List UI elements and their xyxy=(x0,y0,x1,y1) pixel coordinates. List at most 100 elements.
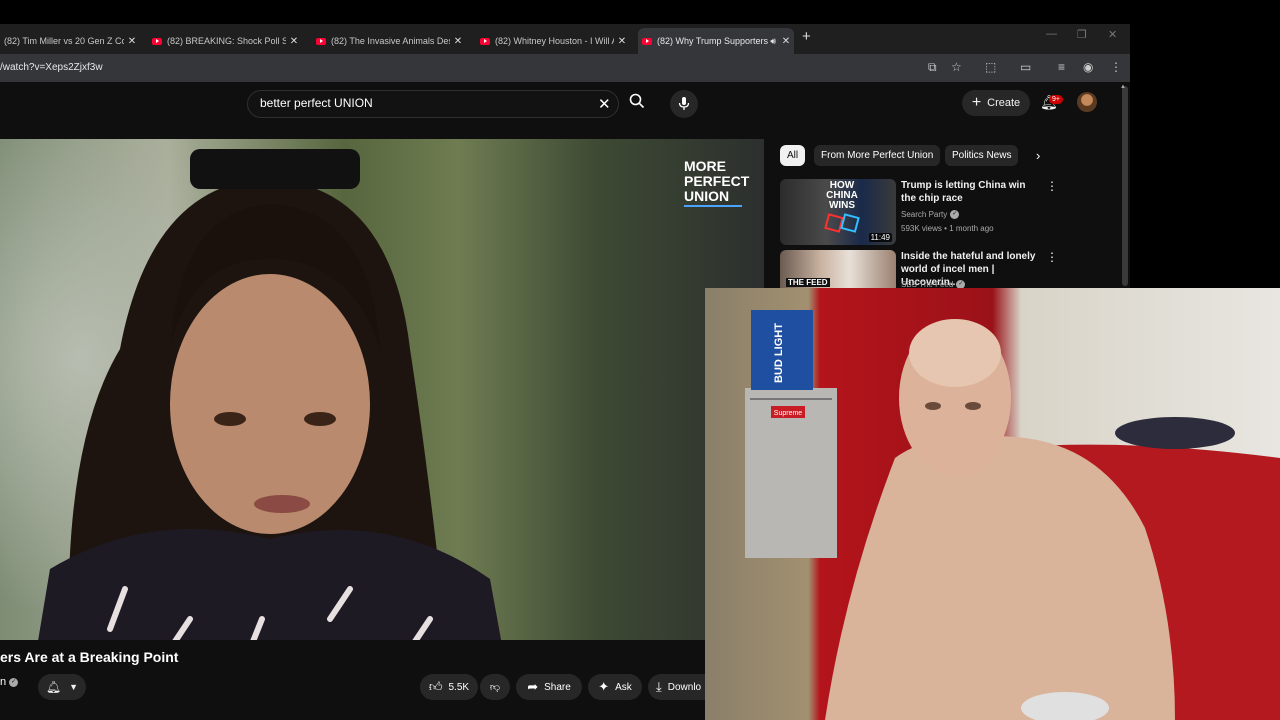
chip-politics-news[interactable]: Politics News xyxy=(945,145,1019,166)
verified-icon: ✓ xyxy=(950,210,960,220)
sticker-text: Supreme xyxy=(774,410,803,417)
tab-title: (82) Why Trump Supporters xyxy=(657,36,769,46)
youtube-favicon-icon xyxy=(152,37,162,45)
thumbnail[interactable]: THE FEED xyxy=(780,250,896,288)
ask-button[interactable]: ✦ Ask xyxy=(588,674,642,700)
rec-meta: 593K views • 1 month ago xyxy=(901,224,994,233)
avatar[interactable] xyxy=(1077,92,1097,112)
close-tab-icon[interactable]: ✕ xyxy=(614,36,630,47)
tab-title: (82) The Invasive Animals Destr xyxy=(331,36,450,46)
bell-icon: 🔔︎ xyxy=(45,680,62,694)
rec-channel[interactable]: Search Party ✓ xyxy=(901,210,960,220)
recommendation-item[interactable]: HOW CHINA WINS 11:49 Trump is letting Ch… xyxy=(780,179,1120,245)
thumbnail[interactable]: HOW CHINA WINS 11:49 xyxy=(780,179,896,245)
download-icon: ⤓ xyxy=(656,679,662,694)
ask-label: Ask xyxy=(615,681,632,693)
watermark-line: PERFECT xyxy=(684,173,750,189)
thumbnail-text: THE FEED xyxy=(786,278,830,287)
video-title: ers Are at a Breaking Point xyxy=(0,649,179,665)
rec-channel-name: Search Party xyxy=(901,210,948,219)
profile-icon[interactable]: ◉ xyxy=(1083,60,1093,74)
address-bar: /watch?v=Xeps2Zjxf3w ⧉ ☆ ⬚ ▭ ≡ ◉ ⋮ xyxy=(0,54,1130,82)
search-icon[interactable] xyxy=(620,90,654,118)
sparkle-icon: ✦ xyxy=(598,679,610,694)
webcam-scene: Supreme BUD LIGHT xyxy=(745,310,1280,720)
like-count: 5.5K xyxy=(448,681,470,693)
video-player[interactable] xyxy=(0,139,764,640)
bookmark-star-icon[interactable]: ☆ xyxy=(951,60,962,74)
rec-title[interactable]: Trump is letting China win the chip race xyxy=(901,179,1041,205)
youtube-favicon-icon xyxy=(316,37,326,45)
new-tab-icon[interactable]: + xyxy=(802,28,811,45)
chevron-down-icon: ▼ xyxy=(69,682,79,692)
like-button[interactable]: 👍︎ 5.5K xyxy=(420,674,478,700)
microphone-icon[interactable] xyxy=(670,90,698,118)
scroll-up-icon[interactable]: ▲ xyxy=(1120,84,1126,90)
recommendation-item[interactable]: THE FEED Inside the hateful and lonely w… xyxy=(780,250,1120,288)
close-tab-icon[interactable]: ✕ xyxy=(124,36,140,47)
tab-3[interactable]: (82) The Invasive Animals Destr ✕ xyxy=(312,28,466,54)
thumbnail-text: HOW CHINA WINS xyxy=(826,180,858,211)
verified-icon: ✓ xyxy=(9,677,19,687)
tab-title: (82) Tim Miller vs 20 Gen Z Con xyxy=(4,36,124,46)
clear-search-icon[interactable]: ✕ xyxy=(598,95,611,113)
minimize-icon[interactable]: — xyxy=(1046,28,1057,40)
url-field[interactable]: /watch?v=Xeps2Zjxf3w xyxy=(0,62,103,73)
close-tab-icon[interactable]: ✕ xyxy=(778,36,794,47)
notification-badge: 9+ xyxy=(1049,95,1063,104)
youtube-favicon-icon xyxy=(642,37,652,45)
tab-2[interactable]: (82) BREAKING: Shock Poll Sho ✕ xyxy=(148,28,302,54)
watermark-line: UNION xyxy=(684,188,730,204)
more-options-icon[interactable]: ⋮ xyxy=(1046,250,1058,264)
channel-watermark: MORE PERFECT UNION xyxy=(684,159,754,204)
tab-5-active[interactable]: (82) Why Trump Supporters 🔊︎ ✕ xyxy=(638,28,794,54)
tab-title: (82) Whitney Houston - I Will A xyxy=(495,36,614,46)
download-label: Downlo xyxy=(667,681,702,693)
media-control-icon[interactable]: ≡ xyxy=(1058,60,1065,74)
close-tab-icon[interactable]: ✕ xyxy=(450,36,466,47)
share-button[interactable]: ➦ Share xyxy=(516,674,582,700)
speaker-icon[interactable]: 🔊︎ xyxy=(770,36,776,47)
install-app-icon[interactable]: ⧉ xyxy=(928,60,937,75)
thumbs-down-icon: 👎︎ xyxy=(489,682,501,693)
duration-badge: 11:49 xyxy=(868,233,892,242)
scrollbar[interactable] xyxy=(1122,86,1128,286)
more-options-icon[interactable]: ⋮ xyxy=(1046,179,1058,193)
browser-menu-icon[interactable]: ⋮ xyxy=(1110,60,1122,74)
chip-from-channel[interactable]: From More Perfect Union xyxy=(814,145,941,166)
cast-icon[interactable]: ▭ xyxy=(1020,60,1031,74)
chip-graphic-icon xyxy=(840,213,860,233)
channel-name[interactable]: n ✓ xyxy=(0,676,19,688)
youtube-header: ✕ + Create 🔔︎ xyxy=(0,82,1130,138)
restore-icon[interactable]: ❐ xyxy=(1077,28,1087,41)
video-frame-person xyxy=(38,149,502,640)
webcam-overlay: Supreme BUD LIGHT xyxy=(705,288,1280,720)
rec-channel-name: SBS The Feed xyxy=(901,280,954,288)
close-window-icon[interactable]: ✕ xyxy=(1108,28,1117,41)
watermark-underline xyxy=(684,205,742,207)
youtube-favicon-icon xyxy=(480,37,490,45)
tab-4[interactable]: (82) Whitney Houston - I Will A ✕ xyxy=(476,28,630,54)
create-button[interactable]: + Create xyxy=(962,90,1030,116)
box-label: BUD LIGHT xyxy=(773,323,785,383)
close-tab-icon[interactable]: ✕ xyxy=(286,36,302,47)
watermark-line: MORE xyxy=(684,158,726,174)
share-label: Share xyxy=(544,681,571,693)
tab-1[interactable]: (82) Tim Miller vs 20 Gen Z Con ✕ xyxy=(0,28,140,54)
verified-icon: ✓ xyxy=(956,280,966,288)
tab-bar: (82) Tim Miller vs 20 Gen Z Con ✕ (82) B… xyxy=(0,24,1130,54)
rec-channel[interactable]: SBS The Feed ✓ xyxy=(901,280,966,288)
plus-icon: + xyxy=(971,94,982,111)
dislike-button[interactable]: 👎︎ xyxy=(480,674,510,700)
chevron-right-icon[interactable]: › xyxy=(1036,148,1040,163)
thumbs-up-icon: 👍︎ xyxy=(428,679,443,694)
top-strip xyxy=(0,0,1130,24)
subscribe-notifications-button[interactable]: 🔔︎ ▼ xyxy=(38,674,86,700)
extensions-icon[interactable]: ⬚ xyxy=(985,60,996,74)
tab-title: (82) BREAKING: Shock Poll Sho xyxy=(167,36,286,46)
search-input[interactable] xyxy=(258,95,582,111)
channel-name-text: n xyxy=(0,676,7,688)
share-icon: ➦ xyxy=(527,679,539,694)
create-label: Create xyxy=(987,97,1021,109)
chip-all[interactable]: All xyxy=(780,145,806,166)
